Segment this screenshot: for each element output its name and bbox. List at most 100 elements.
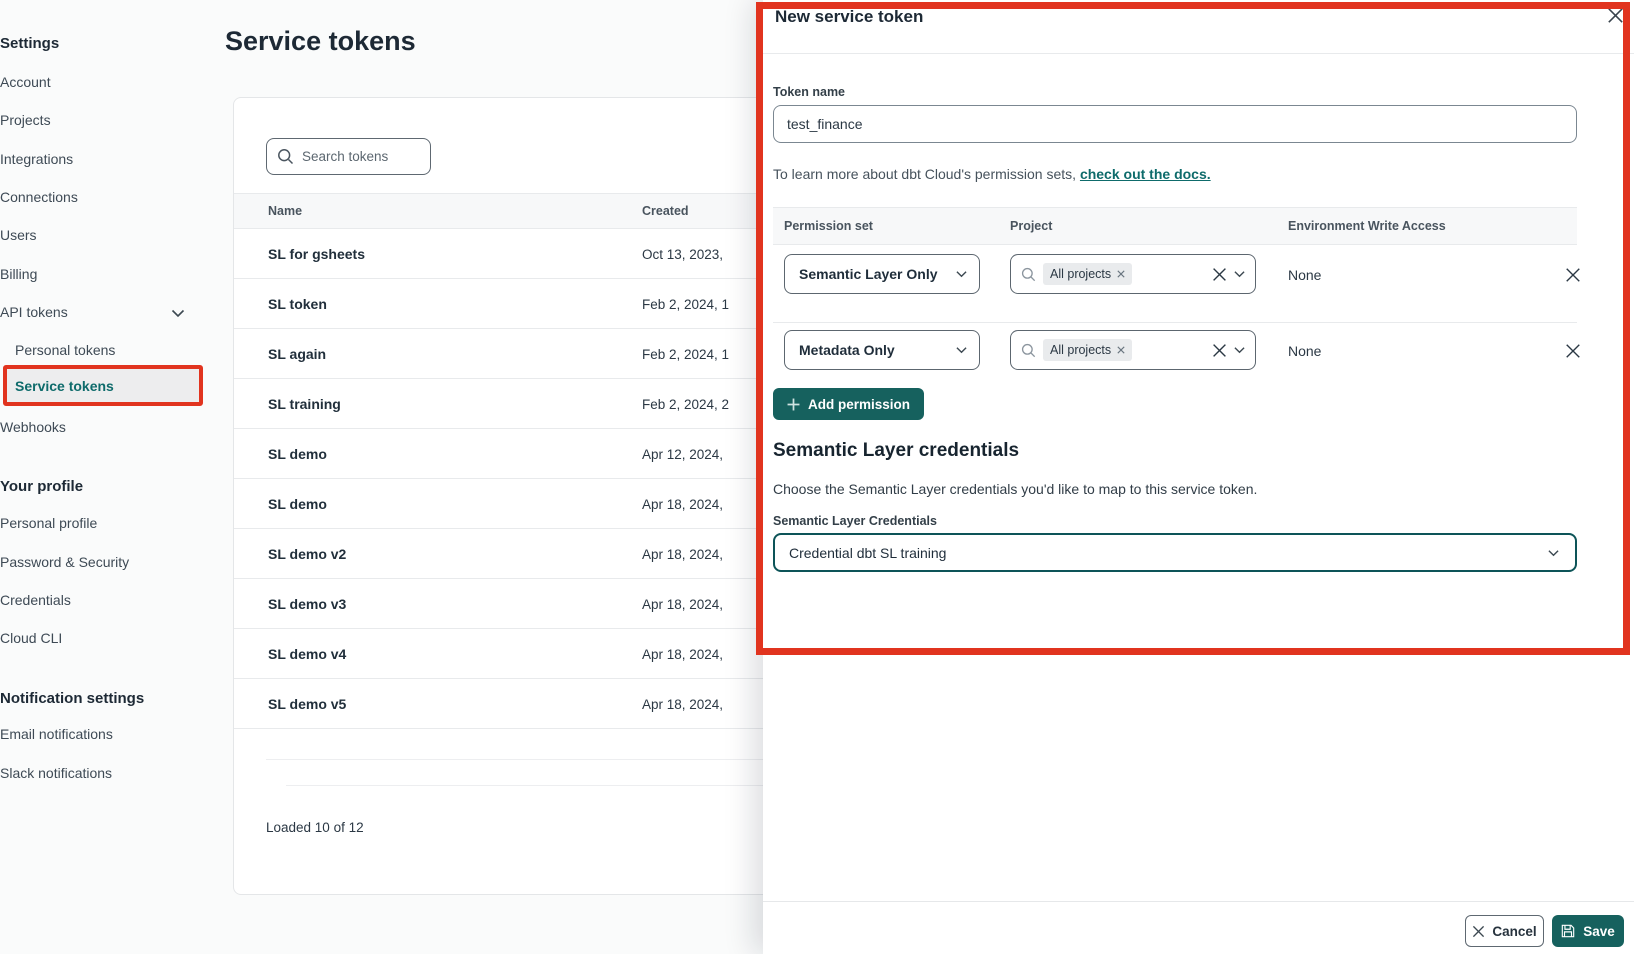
token-created: Apr 18, 2024, (642, 647, 723, 662)
sidebar-item-credentials[interactable]: Credentials (0, 592, 71, 608)
chevron-down-icon (1548, 549, 1559, 557)
settings-sidebar: Settings Account Projects Integrations C… (0, 0, 213, 954)
token-created: Apr 18, 2024, (642, 597, 723, 612)
column-header-environment-write-access: Environment Write Access (1288, 219, 1446, 233)
token-name: SL demo (268, 496, 327, 512)
chevron-down-icon (171, 309, 185, 318)
sidebar-heading-your-profile: Your profile (0, 478, 83, 495)
token-created: Apr 18, 2024, (642, 697, 723, 712)
close-icon (1472, 925, 1485, 938)
token-name-input[interactable] (773, 105, 1577, 143)
semantic-layer-credentials-description: Choose the Semantic Layer credentials yo… (773, 481, 1257, 497)
plus-icon (787, 398, 800, 411)
sidebar-item-cloud-cli[interactable]: Cloud CLI (0, 630, 62, 646)
save-label: Save (1583, 924, 1615, 939)
divider (763, 901, 1634, 902)
credentials-value: Credential dbt SL training (789, 545, 1548, 561)
search-tokens-box[interactable] (266, 138, 431, 175)
project-chip-label: All projects (1050, 343, 1111, 357)
sidebar-item-password-security[interactable]: Password & Security (0, 554, 129, 570)
chip-remove-icon[interactable] (1117, 346, 1125, 354)
add-permission-button[interactable]: Add permission (773, 388, 924, 420)
sidebar-item-api-tokens[interactable]: API tokens (0, 304, 68, 320)
semantic-layer-credentials-heading: Semantic Layer credentials (773, 440, 1019, 462)
search-icon (1021, 267, 1036, 282)
project-chip-label: All projects (1050, 267, 1111, 281)
token-created: Apr 12, 2024, (642, 447, 723, 462)
token-name: SL demo v5 (268, 696, 346, 712)
environment-write-access-value: None (1288, 343, 1321, 359)
docs-link[interactable]: check out the docs. (1080, 166, 1211, 182)
search-icon (277, 148, 294, 165)
token-name: SL token (268, 296, 327, 312)
sidebar-item-account[interactable]: Account (0, 74, 51, 90)
column-header-created: Created (642, 204, 689, 218)
project-multiselect[interactable]: All projects (1010, 330, 1256, 370)
divider (763, 53, 1634, 54)
docs-text: To learn more about dbt Cloud's permissi… (773, 166, 1076, 182)
column-header-name: Name (268, 204, 302, 218)
token-name: SL for gsheets (268, 246, 365, 262)
permission-set-select[interactable]: Semantic Layer Only (784, 254, 980, 294)
column-header-project: Project (1010, 219, 1052, 233)
column-header-permission-set: Permission set (784, 219, 873, 233)
token-created: Apr 18, 2024, (642, 547, 723, 562)
divider (773, 322, 1577, 323)
chevron-down-icon (1234, 270, 1245, 278)
sidebar-item-users[interactable]: Users (0, 227, 37, 243)
environment-write-access-value: None (1288, 267, 1321, 283)
loaded-status: Loaded 10 of 12 (266, 820, 364, 835)
remove-permission-row-icon[interactable] (1565, 343, 1581, 359)
search-icon (1021, 343, 1036, 358)
permission-set-value: Metadata Only (799, 342, 956, 358)
sidebar-item-service-tokens-label: Service tokens (15, 378, 114, 394)
clear-selection-icon[interactable] (1212, 267, 1227, 282)
search-input[interactable] (302, 149, 412, 164)
permission-set-value: Semantic Layer Only (799, 266, 956, 282)
sidebar-item-billing[interactable]: Billing (0, 266, 37, 282)
clear-selection-icon[interactable] (1212, 343, 1227, 358)
page-title: Service tokens (225, 26, 416, 57)
add-permission-label: Add permission (808, 397, 910, 412)
credentials-select[interactable]: Credential dbt SL training (773, 533, 1577, 572)
token-created: Oct 13, 2023, (642, 247, 723, 262)
sidebar-item-personal-tokens[interactable]: Personal tokens (15, 342, 115, 358)
sidebar-item-integrations[interactable]: Integrations (0, 151, 73, 167)
token-name: SL again (268, 346, 326, 362)
sidebar-item-projects[interactable]: Projects (0, 112, 51, 128)
project-chip[interactable]: All projects (1043, 339, 1132, 361)
sidebar-item-service-tokens-annotated[interactable]: Service tokens (3, 365, 203, 406)
token-created: Feb 2, 2024, 2 (642, 397, 729, 412)
token-name: SL demo v3 (268, 596, 346, 612)
sidebar-item-email-notifications[interactable]: Email notifications (0, 726, 113, 742)
token-created: Apr 18, 2024, (642, 497, 723, 512)
credentials-select-label: Semantic Layer Credentials (773, 514, 937, 528)
save-icon (1561, 924, 1575, 938)
token-name: SL demo (268, 446, 327, 462)
token-name-label: Token name (773, 85, 845, 99)
sidebar-item-connections[interactable]: Connections (0, 189, 78, 205)
token-created: Feb 2, 2024, 1 (642, 297, 729, 312)
permission-set-select[interactable]: Metadata Only (784, 330, 980, 370)
remove-permission-row-icon[interactable] (1565, 267, 1581, 283)
token-name: SL training (268, 396, 341, 412)
cancel-button[interactable]: Cancel (1465, 915, 1544, 947)
sidebar-item-slack-notifications[interactable]: Slack notifications (0, 765, 112, 781)
project-multiselect[interactable]: All projects (1010, 254, 1256, 294)
chevron-down-icon (1234, 346, 1245, 354)
cancel-label: Cancel (1492, 924, 1536, 939)
new-service-token-drawer: New service token Token name To learn mo… (763, 0, 1634, 954)
project-chip[interactable]: All projects (1043, 263, 1132, 285)
token-created: Feb 2, 2024, 1 (642, 347, 729, 362)
chevron-down-icon (956, 270, 967, 278)
sidebar-heading-notification-settings: Notification settings (0, 690, 144, 707)
close-icon[interactable] (1607, 7, 1624, 24)
save-button[interactable]: Save (1552, 915, 1624, 947)
permission-docs-text: To learn more about dbt Cloud's permissi… (773, 166, 1211, 182)
sidebar-item-personal-profile[interactable]: Personal profile (0, 515, 97, 531)
chevron-down-icon (956, 346, 967, 354)
sidebar-item-webhooks[interactable]: Webhooks (0, 419, 66, 435)
permissions-header: Permission set Project Environment Write… (773, 207, 1577, 245)
token-name: SL demo v4 (268, 646, 346, 662)
chip-remove-icon[interactable] (1117, 270, 1125, 278)
